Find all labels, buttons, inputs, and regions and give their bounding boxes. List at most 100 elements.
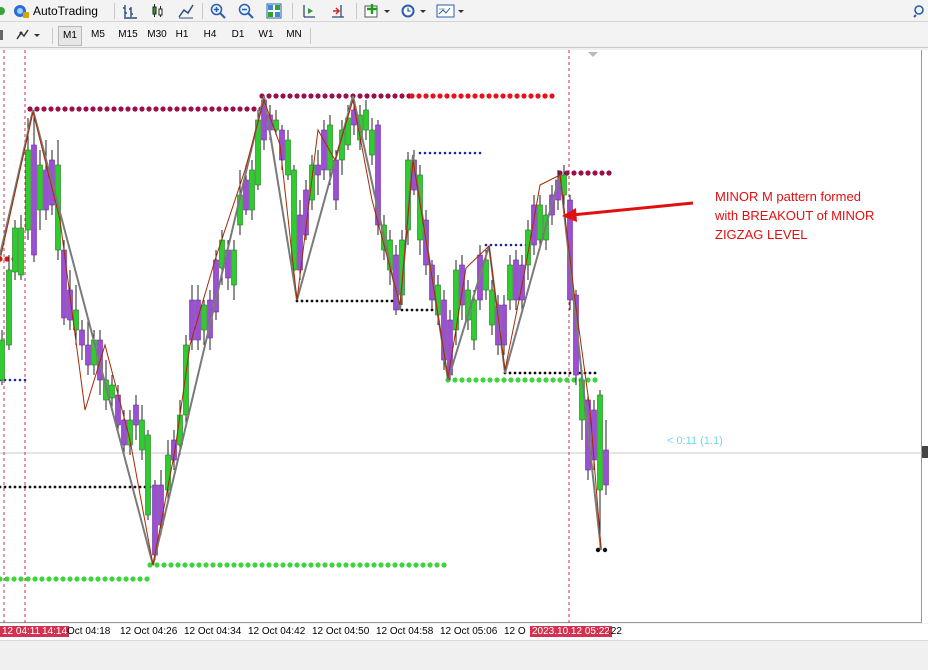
level-dot [441,562,447,568]
level-dot [39,576,45,582]
level-dot [273,562,279,568]
time-axis[interactable]: 12 04:11 14:14 Oct 04:18 12 Oct 04:26 12… [0,624,928,640]
level-dot [18,378,22,382]
level-dot [571,170,577,176]
level-dot [251,106,257,112]
level-dot [210,562,216,568]
level-dot [116,576,122,582]
draw-tools-dropdown-button[interactable] [14,26,44,44]
timeframe-h4-button[interactable]: H4 [198,26,222,46]
level-dot [420,562,426,568]
indicators-dropdown-button[interactable] [363,2,393,20]
level-dot [558,371,562,375]
zoom-out-icon[interactable] [237,2,255,20]
level-dot [451,93,457,99]
timeframe-m15-button[interactable]: M15 [113,26,143,46]
level-dot [67,576,73,582]
search-icon[interactable] [912,2,928,20]
line-chart-icon[interactable] [177,2,195,20]
candle-body [158,484,164,526]
status-area [0,640,928,670]
timeframe-mn-button[interactable]: MN [282,26,306,46]
time-axis-label: 12 Oct 04:34 [184,626,242,637]
level-dot [161,562,167,568]
level-dot [399,93,405,99]
level-dot [538,371,542,375]
chart-window[interactable]: MINOR M pattern formed with BREAKOUT of … [0,50,922,623]
level-dot [336,562,342,568]
price-scale[interactable] [922,50,928,623]
timeframe-w1-button[interactable]: W1 [254,26,278,46]
level-dot [287,93,293,99]
timeframe-m1-button[interactable]: M1 [58,26,82,46]
toolbar-edge-icon[interactable] [0,2,6,20]
periods-dropdown-button[interactable] [399,2,429,20]
annotation-line: ZIGZAG LEVEL [715,227,808,242]
timeframe-m5-button[interactable]: M5 [86,26,110,46]
level-dot [237,106,243,112]
level-dot [104,106,110,112]
level-dot [118,106,124,112]
level-dot [568,371,572,375]
level-dot [489,243,493,247]
level-dot [320,299,324,303]
candle-body [285,139,291,176]
level-dot [350,299,354,303]
candle-body [489,289,495,326]
toolbar-separator [114,3,115,19]
level-dot [493,93,499,99]
level-dot [48,106,54,112]
autoscroll-icon[interactable] [329,2,347,20]
level-dot [588,371,592,375]
level-dot [62,106,68,112]
zoom-in-icon[interactable] [209,2,227,20]
bar-countdown-label: < 0:11 (1.1) [667,435,723,447]
timeframe-m30-button[interactable]: M30 [142,26,172,46]
level-dot [0,576,3,582]
level-dot [4,576,10,582]
level-dot [458,151,462,155]
level-dot [266,562,272,568]
timeframe-h1-button[interactable]: H1 [170,26,194,46]
time-axis-label: 12 Oct 04:42 [248,626,306,637]
autotrading-button[interactable]: AutoTrading [12,2,104,20]
chart-shift-icon[interactable] [300,2,318,20]
tile-windows-icon[interactable] [265,2,283,20]
level-dot [364,93,370,99]
level-dot [287,562,293,568]
price-chart[interactable] [0,50,922,623]
level-dot [543,377,549,383]
level-dot [144,576,150,582]
level-dot [280,562,286,568]
bar-chart-icon[interactable] [121,2,139,20]
level-dot [437,93,443,99]
level-dot [133,485,137,489]
candlestick-icon[interactable] [149,2,167,20]
level-dot [486,93,492,99]
level-dot [118,485,122,489]
templates-dropdown-button[interactable] [435,2,467,20]
level-dot [315,562,321,568]
level-dot [315,299,319,303]
candle-body [139,419,145,451]
level-dot [521,93,527,99]
candle-body [501,304,507,346]
time-axis-label: 12 O [504,626,526,637]
toolbar-edge-icon[interactable] [0,26,6,44]
level-dot [139,106,145,112]
candle-body [363,109,369,131]
level-dot [508,377,514,383]
level-dot [423,93,429,99]
level-dot [8,485,12,489]
level-dot [301,93,307,99]
level-dot [53,485,57,489]
level-dot [602,547,608,553]
level-dot [294,93,300,99]
major-zigzag-line [0,95,602,566]
level-dot [48,485,52,489]
level-dot [329,562,335,568]
level-dot [508,371,512,375]
level-dot [315,93,321,99]
level-dot [501,377,507,383]
timeframe-d1-button[interactable]: D1 [226,26,250,46]
